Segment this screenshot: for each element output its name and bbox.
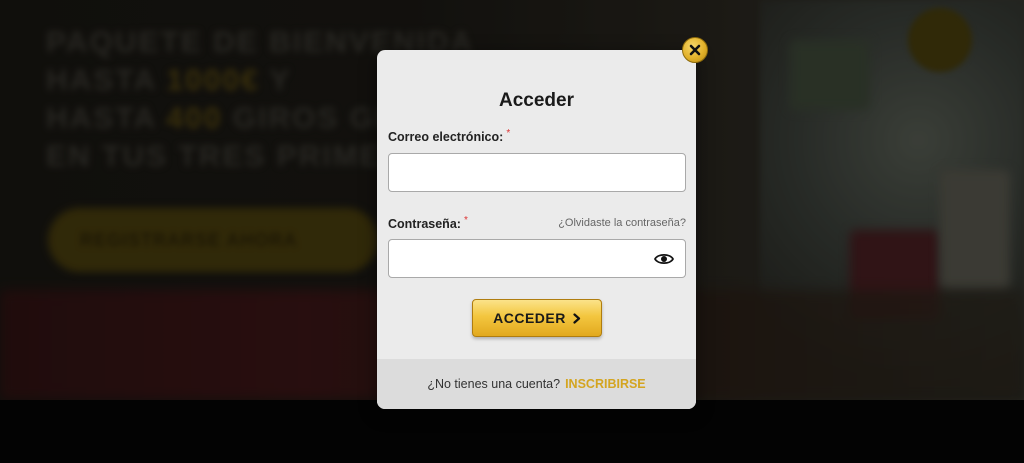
eye-icon <box>654 253 674 265</box>
close-icon <box>689 44 701 56</box>
chevron-right-icon <box>573 312 580 324</box>
email-input[interactable] <box>388 153 686 192</box>
login-submit-label: ACCEDER <box>493 310 566 326</box>
required-mark: * <box>463 215 468 226</box>
email-label: Correo electrónico: * <box>388 128 511 144</box>
signup-link[interactable]: INSCRIBIRSE <box>565 377 646 391</box>
email-label-text: Correo electrónico: <box>388 130 504 144</box>
modal-footer: ¿No tienes una cuenta? INSCRIBIRSE <box>377 359 696 409</box>
required-mark: * <box>506 128 511 139</box>
close-button[interactable] <box>682 37 708 63</box>
forgot-password-link[interactable]: ¿Olvidaste la contraseña? <box>558 217 686 229</box>
modal-title: Acceder <box>499 90 574 111</box>
login-modal: Acceder Correo electrónico: * Contraseña:… <box>377 37 708 409</box>
show-password-toggle[interactable] <box>653 250 675 268</box>
login-submit-button[interactable]: ACCEDER <box>472 299 602 337</box>
no-account-text: ¿No tienes una cuenta? <box>427 377 561 391</box>
password-input[interactable] <box>388 239 686 278</box>
password-label-text: Contraseña: <box>388 217 461 231</box>
password-label: Contraseña: * <box>388 215 468 231</box>
